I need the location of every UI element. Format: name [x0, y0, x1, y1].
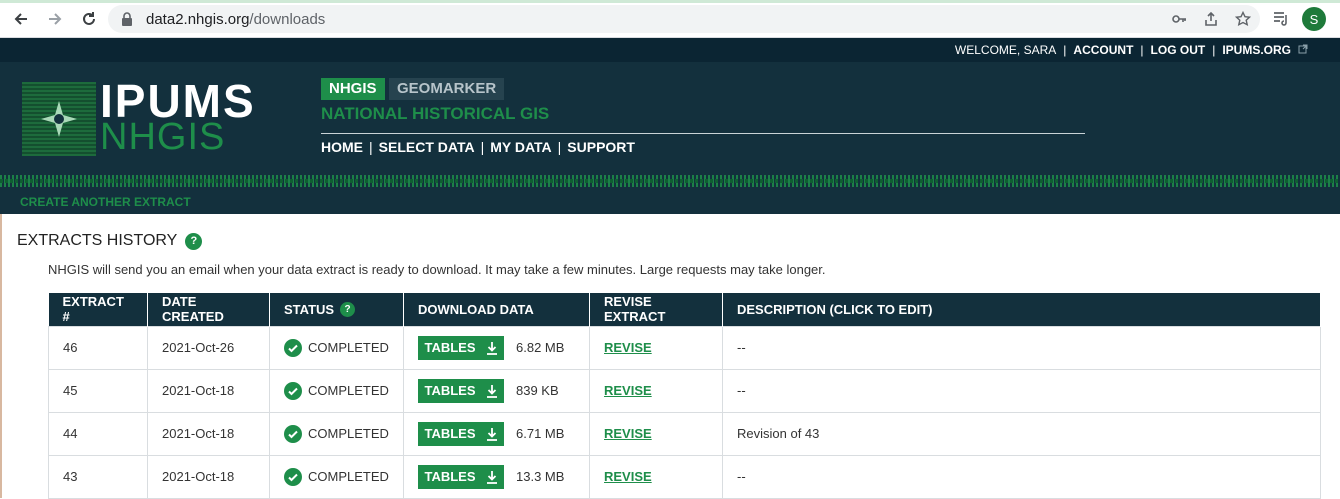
download-tables-button[interactable]: TABLES [418, 378, 504, 403]
nav-select-data[interactable]: SELECT DATA [379, 139, 475, 155]
help-icon[interactable]: ? [185, 232, 203, 250]
status-cell: COMPLETED [269, 325, 404, 370]
check-circle-icon [284, 467, 302, 486]
status-cell: COMPLETED [269, 411, 404, 456]
revise-link[interactable]: REVISE [604, 340, 652, 355]
description-cell[interactable]: Revision of 43 [722, 411, 1321, 456]
check-circle-icon [284, 338, 302, 357]
download-cell: TABLES 6.71 MB [403, 411, 590, 456]
status-text: COMPLETED [308, 383, 389, 398]
tab-geomarker[interactable]: GEOMARKER [389, 78, 505, 100]
revise-link[interactable]: REVISE [604, 383, 652, 398]
extract-number: 43 [48, 454, 148, 499]
col-status: STATUS? [269, 293, 404, 326]
revise-link[interactable]: REVISE [604, 426, 652, 441]
create-extract-link[interactable]: CREATE ANOTHER EXTRACT [20, 195, 191, 209]
external-link-icon [1298, 44, 1308, 57]
ipums-org-link[interactable]: IPUMS.ORG [1222, 43, 1291, 57]
download-cell: TABLES 839 KB [403, 368, 590, 413]
reload-icon[interactable] [78, 8, 100, 30]
extract-number: 46 [48, 325, 148, 370]
download-tables-button[interactable]: TABLES [418, 421, 504, 446]
file-size: 6.82 MB [516, 340, 565, 355]
check-circle-icon [284, 424, 302, 443]
download-icon [486, 341, 497, 355]
col-revise: REVISE EXTRACT [589, 293, 723, 326]
email-notice: NHGIS will send you an email when your d… [48, 262, 826, 277]
file-size: 6.71 MB [516, 426, 565, 441]
date-created: 2021-Oct-18 [147, 454, 270, 499]
address-bar[interactable]: data2.nhgis.org/downloads [108, 5, 1260, 33]
extract-number: 45 [48, 368, 148, 413]
account-link[interactable]: ACCOUNT [1073, 43, 1133, 57]
table-header-row: EXTRACT # DATE CREATED STATUS? DOWNLOAD … [48, 293, 1321, 326]
account-bar: WELCOME, SARA | ACCOUNT | LOG OUT | IPUM… [0, 38, 1340, 62]
main-nav: HOME | SELECT DATA | MY DATA | SUPPORT [321, 139, 635, 155]
download-tables-button[interactable]: TABLES [418, 464, 504, 489]
welcome-text: WELCOME, SARA [954, 43, 1057, 57]
revise-cell: REVISE [589, 368, 723, 413]
revise-cell: REVISE [589, 454, 723, 499]
nav-support[interactable]: SUPPORT [567, 139, 635, 155]
header-divider [321, 133, 1085, 134]
extracts-table: EXTRACT # DATE CREATED STATUS? DOWNLOAD … [48, 293, 1321, 499]
date-created: 2021-Oct-18 [147, 411, 270, 456]
browser-toolbar: data2.nhgis.org/downloads S [0, 0, 1340, 38]
revise-link[interactable]: REVISE [604, 469, 652, 484]
extract-number: 44 [48, 411, 148, 456]
bookmark-star-icon[interactable] [1234, 10, 1252, 28]
date-created: 2021-Oct-26 [147, 325, 270, 370]
url-text: data2.nhgis.org/downloads [146, 10, 326, 28]
table-row: 43 2021-Oct-18 COMPLETED TABLES 13.3 MB … [48, 454, 1321, 499]
profile-avatar[interactable]: S [1302, 7, 1326, 31]
lock-icon[interactable] [120, 11, 136, 27]
status-text: COMPLETED [308, 469, 389, 484]
key-icon[interactable] [1170, 10, 1188, 28]
nav-home[interactable]: HOME [321, 139, 363, 155]
download-icon [486, 470, 497, 484]
status-text: COMPLETED [308, 426, 389, 441]
tab-nhgis[interactable]: NHGIS [321, 78, 385, 100]
date-created: 2021-Oct-18 [147, 368, 270, 413]
reading-list-icon[interactable] [1272, 9, 1290, 31]
col-extract: EXTRACT # [48, 293, 148, 326]
nav-my-data[interactable]: MY DATA [490, 139, 551, 155]
logout-link[interactable]: LOG OUT [1151, 43, 1206, 57]
col-date-created: DATE CREATED [147, 293, 270, 326]
download-tables-button[interactable]: TABLES [418, 335, 504, 360]
col-download: DOWNLOAD DATA [403, 293, 590, 326]
status-help-icon[interactable]: ? [340, 301, 356, 317]
ipums-logo-icon[interactable] [22, 82, 96, 156]
site-subtitle: NATIONAL HISTORICAL GIS [321, 104, 550, 123]
status-cell: COMPLETED [269, 368, 404, 413]
status-text: COMPLETED [308, 340, 389, 355]
description-cell[interactable]: -- [722, 368, 1321, 413]
table-row: 45 2021-Oct-18 COMPLETED TABLES 839 KB R… [48, 368, 1321, 413]
back-arrow-icon[interactable] [10, 8, 32, 30]
page-load-bar [0, 0, 1340, 3]
forward-arrow-icon[interactable] [44, 8, 66, 30]
check-circle-icon [284, 381, 302, 400]
table-row: 46 2021-Oct-26 COMPLETED TABLES 6.82 MB … [48, 325, 1321, 370]
description-cell[interactable]: -- [722, 325, 1321, 370]
revise-cell: REVISE [589, 411, 723, 456]
file-size: 839 KB [516, 383, 559, 398]
description-cell[interactable]: -- [722, 454, 1321, 499]
main-content: EXTRACTS HISTORY ? NHGIS will send you a… [0, 214, 1340, 499]
revise-cell: REVISE [589, 325, 723, 370]
table-row: 44 2021-Oct-18 COMPLETED TABLES 6.71 MB … [48, 411, 1321, 456]
decorative-digit-band-lower [0, 179, 1340, 183]
site-header: WELCOME, SARA | ACCOUNT | LOG OUT | IPUM… [0, 38, 1340, 214]
share-icon[interactable] [1202, 10, 1220, 28]
status-cell: COMPLETED [269, 454, 404, 499]
download-cell: TABLES 13.3 MB [403, 454, 590, 499]
logo-nhgis[interactable]: NHGIS [100, 116, 225, 159]
download-cell: TABLES 6.82 MB [403, 325, 590, 370]
file-size: 13.3 MB [516, 469, 565, 484]
download-icon [486, 384, 497, 398]
col-description: DESCRIPTION (CLICK TO EDIT) [722, 293, 1321, 326]
left-border [0, 214, 2, 498]
page-title: EXTRACTS HISTORY ? [17, 232, 203, 250]
download-icon [486, 427, 497, 441]
